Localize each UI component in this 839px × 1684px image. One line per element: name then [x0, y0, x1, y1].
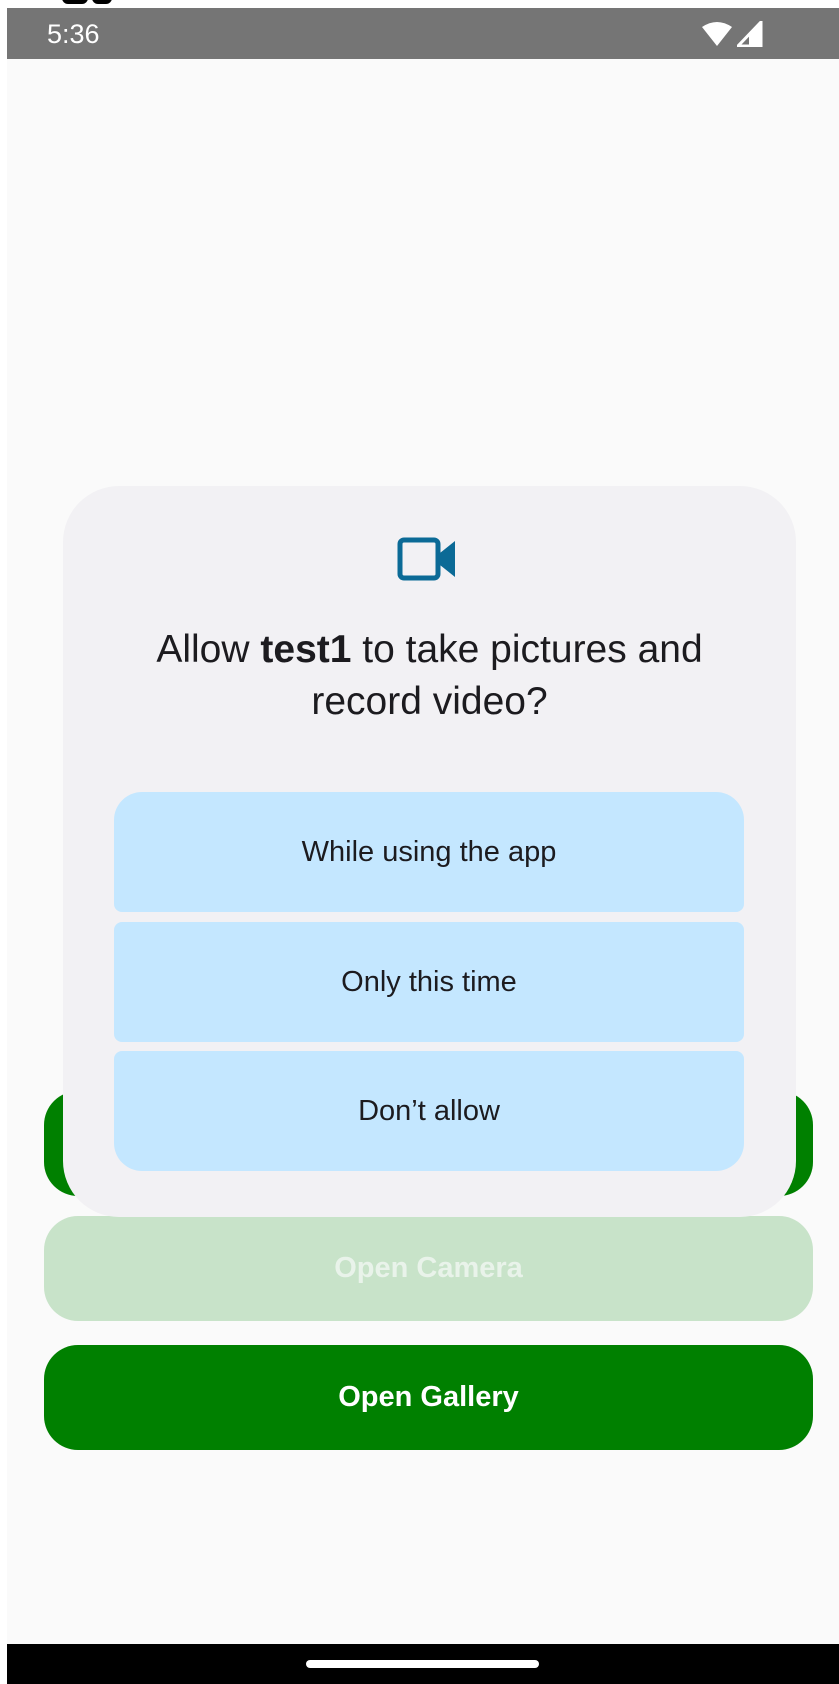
status-icons: [701, 19, 763, 49]
while-using-app-button[interactable]: While using the app: [114, 792, 744, 912]
home-gesture-handle[interactable]: [306, 1660, 539, 1668]
camera-permission-dialog: Allow test1 to take pictures and record …: [63, 486, 796, 1217]
video-camera-icon: [397, 537, 455, 581]
status-time: 5:36: [47, 19, 100, 49]
screen-top-edge: [0, 0, 839, 8]
status-bar: 5:36: [7, 8, 839, 59]
dont-allow-button[interactable]: Don’t allow: [114, 1051, 744, 1171]
clipped-glyph: [92, 0, 112, 4]
title-prefix: Allow: [156, 628, 261, 671]
only-this-time-button[interactable]: Only this time: [114, 922, 744, 1042]
clipped-glyph: [62, 0, 88, 4]
cell-signal-icon: [737, 21, 763, 47]
phone-screen: 5:36 Open Camera Open Gallery Allow test…: [7, 8, 839, 1684]
app-name: test1: [260, 628, 352, 671]
title-suffix: to take pictures and record video?: [311, 628, 703, 723]
open-gallery-button[interactable]: Open Gallery: [44, 1345, 813, 1450]
open-camera-button[interactable]: Open Camera: [44, 1216, 813, 1321]
dialog-title: Allow test1 to take pictures and record …: [103, 624, 756, 728]
wifi-icon: [702, 22, 732, 46]
